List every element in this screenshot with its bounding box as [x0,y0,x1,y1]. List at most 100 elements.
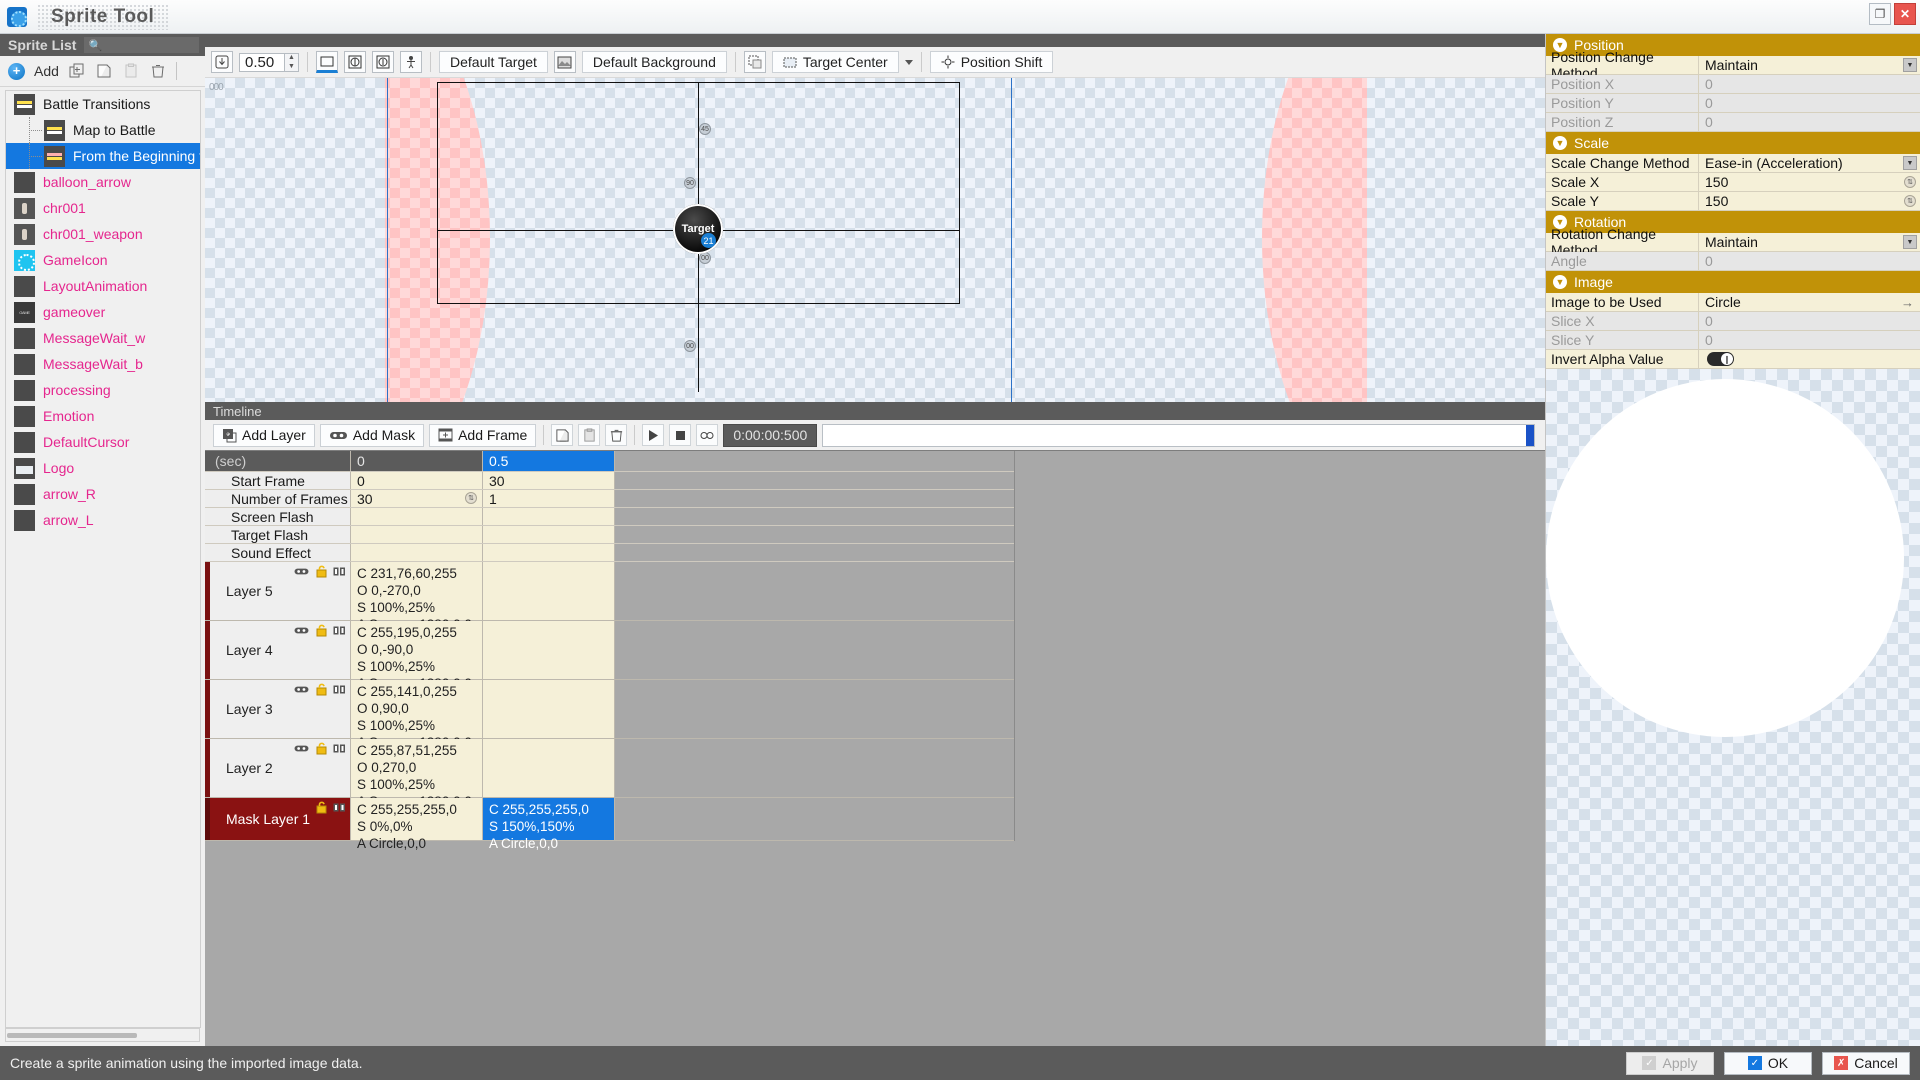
timeline-layer-cell[interactable] [483,621,615,679]
timeline-layer-name[interactable]: Layer 4 [205,621,351,679]
all-targets-icon[interactable] [344,51,366,73]
timeline-property-value[interactable] [483,508,615,525]
timeline-layer-row[interactable]: Layer 3 C 255,141,0,255 O 0,90,0 S 100%,2… [205,680,1014,750]
timeline-layer-name[interactable]: Layer 5 [205,562,351,620]
add-frame-button[interactable]: Add Frame [429,423,537,447]
invert-alpha-toggle[interactable]: ❙ [1707,352,1734,366]
timeline-layer-cell[interactable]: C 255,141,0,255 O 0,90,0 S 100%,25% A Sc… [351,680,483,750]
timeline-layer-cell[interactable]: C 255,255,255,0 S 0%,0% A Circle,0,0 [351,798,483,851]
property-group-header[interactable]: ▼ Scale [1546,132,1920,154]
property-value[interactable]: ❙ [1699,350,1920,368]
sprite-list-item[interactable]: processing [6,377,200,403]
add-layer-button[interactable]: Add Layer [213,423,315,447]
target-marker[interactable]: Target 21 [673,204,723,254]
sprite-list-item[interactable]: Map to Battle [6,117,200,143]
sprite-list-item[interactable]: Battle Transitions [6,91,200,117]
delete-frame-icon[interactable] [605,424,628,446]
sprite-list-item[interactable]: Logo [6,455,200,481]
sprite-list-item[interactable]: GameIcon [6,247,200,273]
sprite-list-item[interactable]: From the Beginning to th [6,143,200,169]
timeline-property-value[interactable]: 30 [483,472,615,489]
duplicate-icon[interactable] [68,62,86,80]
zoom-value[interactable]: 0.50 [239,52,285,72]
unlock-icon[interactable] [316,742,327,758]
unlock-icon[interactable] [316,683,327,699]
timeline-property-value[interactable]: 1 [483,490,615,507]
handle-top[interactable]: 45 [699,123,711,135]
zoom-arrows[interactable]: ▲ ▼ [285,52,299,72]
loop-icon[interactable] [696,424,719,446]
property-value[interactable]: Maintain ▼ [1699,56,1920,74]
timeline-layer-row[interactable]: Layer 4 C 255,195,0,255 O 0,-90,0 S 100%,… [205,621,1014,691]
eye-icon[interactable] [293,567,310,579]
unlock-icon[interactable] [316,624,327,640]
eye-icon[interactable] [293,744,310,756]
timeline-frame-column-header[interactable]: 0.5 [483,451,615,471]
timeline-property-value[interactable] [351,526,483,543]
timeline-property-value[interactable]: 0 [351,472,483,489]
timeline-layer-cell[interactable] [483,680,615,738]
eye-icon[interactable] [293,626,310,638]
sprite-search-input[interactable]: 🔍 [84,37,199,53]
timeline-grid[interactable]: (sec) 0 0.5 Start Frame 0 30 Number of Frames 3… [205,451,1015,851]
timeline-mask-layer-row[interactable]: Mask Layer 1 C 255,255,255,0 S 0%,0% A Ci… [205,798,1014,851]
restore-button[interactable]: ❐ [1869,3,1891,25]
timeline-layer-name[interactable]: Layer 3 [205,680,351,738]
property-value[interactable]: Maintain ▼ [1699,233,1920,251]
property-value[interactable]: 150 ⇅ [1699,173,1920,191]
timeline-layer-name[interactable]: Mask Layer 1 [205,798,351,840]
sprite-list-item[interactable]: MessageWait_b [6,351,200,377]
timeline-layer-cell[interactable]: C 255,87,51,255 O 0,270,0 S 100%,25% A S… [351,739,483,809]
property-value[interactable]: 0 [1699,113,1920,131]
timeline-property-value[interactable] [483,544,615,561]
timeline-frame-column-header[interactable]: 0 [351,451,483,471]
timeline-property-value[interactable] [351,544,483,561]
copy-frame-icon[interactable] [551,424,574,446]
add-button[interactable]: Add [34,63,59,79]
play-icon[interactable] [642,424,665,446]
chevron-down-icon[interactable]: ▼ [1903,235,1917,249]
sprite-list-item[interactable]: GAME OVER gameover [6,299,200,325]
unlock-icon[interactable] [316,801,327,817]
property-group-header[interactable]: ▼ Image [1546,271,1920,293]
sprite-list-item[interactable]: arrow_R [6,481,200,507]
sprite-list-item[interactable]: chr001 [6,195,200,221]
sprite-list-item[interactable]: LayoutAnimation [6,273,200,299]
trash-icon[interactable] [149,62,167,80]
sprite-list-item[interactable]: balloon_arrow [6,169,200,195]
target-center-dropdown[interactable]: Target Center [771,51,899,73]
add-mask-button[interactable]: Add Mask [319,423,425,447]
sprite-list-item[interactable]: Emotion [6,403,200,429]
cancel-button[interactable]: ✗ Cancel [1822,1051,1910,1075]
timeline-layer-cell[interactable]: C 255,255,255,0 S 150%,150% A Circle,0,0 [483,798,615,851]
zoom-stepper[interactable]: 0.50 ▲ ▼ [239,52,299,72]
chevron-down-icon[interactable] [904,59,913,65]
fit-to-window-icon[interactable] [211,51,233,73]
property-value[interactable]: 0 [1699,75,1920,93]
link-icon[interactable] [333,567,346,579]
timeline-grid-container[interactable]: (sec) 0 0.5 Start Frame 0 30 Number of Frames 3… [205,450,1545,1046]
default-background-button[interactable]: Default Background [581,51,727,73]
paste-frame-icon[interactable] [578,424,601,446]
position-shift-button[interactable]: Position Shift [929,51,1054,73]
link-icon[interactable] [333,626,346,638]
timeline-property-value[interactable] [483,526,615,543]
property-value[interactable]: 0 [1699,94,1920,112]
value-stepper[interactable]: ⇅ [465,492,477,504]
default-target-button[interactable]: Default Target [439,51,548,73]
copy-icon[interactable] [95,62,113,80]
eye-icon[interactable] [293,685,310,697]
handle-upper[interactable]: 90 [684,177,696,189]
timeline-layer-cell[interactable]: C 255,195,0,255 O 0,-90,0 S 100%,25% A S… [351,621,483,691]
timeline-property-value[interactable]: 30 ⇅ [351,490,483,507]
sprite-list-item[interactable]: MessageWait_w [6,325,200,351]
link-icon[interactable] [333,685,346,697]
stop-icon[interactable] [669,424,692,446]
property-value[interactable]: Circle → [1699,293,1920,311]
property-value[interactable]: 0 [1699,331,1920,349]
single-target-icon[interactable] [372,51,394,73]
apply-button[interactable]: ✓ Apply [1626,1051,1714,1075]
timeline-layer-cell[interactable] [483,739,615,797]
actor-icon[interactable] [400,51,422,73]
sprite-list[interactable]: Battle Transitions Map to Battle From the … [5,90,201,1028]
